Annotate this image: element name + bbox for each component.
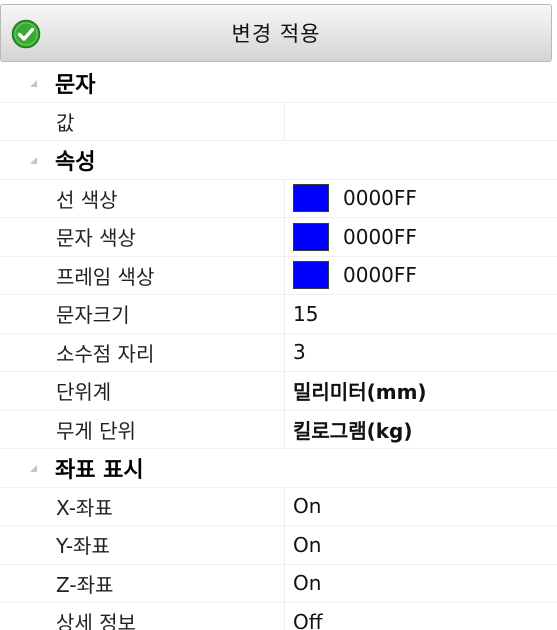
category-row-text[interactable]: 문자: [0, 64, 557, 103]
property-value[interactable]: 0000FF: [285, 257, 557, 295]
property-value[interactable]: 0000FF: [285, 218, 557, 256]
property-name: 선 색상: [45, 179, 285, 217]
property-row-line-color[interactable]: 선 색상 0000FF: [0, 179, 557, 218]
collapse-arrow-icon[interactable]: [30, 464, 37, 472]
property-value[interactable]: 킬로그램(kg): [285, 411, 557, 449]
category-row-coordinates[interactable]: 좌표 표시: [0, 449, 557, 488]
apply-changes-button[interactable]: 변경 적용: [0, 4, 552, 62]
property-grid: 문자 값 속성 선 색상 0000FF 문자 색상 0000FF 프레임 색상 …: [0, 64, 557, 630]
property-panel: 변경 적용 문자 값 속성 선 색상 0000FF 문자 색상 0000FF 프…: [0, 0, 557, 630]
property-value[interactable]: On: [285, 488, 557, 526]
property-row-unit-system[interactable]: 단위계 밀리미터(mm): [0, 372, 557, 411]
property-value[interactable]: 밀리미터(mm): [285, 372, 557, 410]
color-swatch[interactable]: [293, 222, 329, 251]
property-name: Y-좌표: [45, 526, 285, 564]
property-name: 무게 단위: [45, 410, 285, 448]
property-row-x-coordinate[interactable]: X-좌표 On: [0, 487, 557, 526]
property-row-weight-unit[interactable]: 무게 단위 킬로그램(kg): [0, 410, 557, 449]
category-label: 문자: [55, 72, 96, 98]
property-name: 값: [45, 102, 285, 140]
collapse-arrow-icon[interactable]: [30, 156, 37, 164]
collapse-arrow-icon[interactable]: [30, 79, 37, 87]
property-row-y-coordinate[interactable]: Y-좌표 On: [0, 526, 557, 565]
property-value[interactable]: 3: [285, 334, 557, 372]
category-label: 속성: [55, 149, 96, 175]
property-name: 단위계: [45, 372, 285, 410]
color-swatch[interactable]: [293, 184, 329, 213]
property-row-frame-color[interactable]: 프레임 색상 0000FF: [0, 256, 557, 295]
property-value[interactable]: Off: [285, 603, 557, 630]
property-value[interactable]: On: [285, 565, 557, 603]
property-value[interactable]: 0000FF: [285, 180, 557, 218]
property-name: 상세 정보: [45, 603, 285, 630]
color-swatch[interactable]: [293, 261, 329, 290]
property-value[interactable]: On: [285, 526, 557, 564]
property-row-text-color[interactable]: 문자 색상 0000FF: [0, 218, 557, 257]
property-value[interactable]: [285, 103, 557, 141]
property-value[interactable]: 15: [285, 295, 557, 333]
property-name: Z-좌표: [45, 564, 285, 602]
property-row-detail-info[interactable]: 상세 정보 Off: [0, 603, 557, 630]
property-row-decimal-places[interactable]: 소수점 자리 3: [0, 333, 557, 372]
category-label: 좌표 표시: [55, 457, 144, 483]
check-circle-icon: [11, 19, 41, 49]
property-row-z-coordinate[interactable]: Z-좌표 On: [0, 564, 557, 603]
category-row-attributes[interactable]: 속성: [0, 141, 557, 180]
property-name: 소수점 자리: [45, 333, 285, 371]
property-name: X-좌표: [45, 487, 285, 525]
property-row-text-size[interactable]: 문자크기 15: [0, 295, 557, 334]
property-row-value[interactable]: 값: [0, 102, 557, 141]
apply-changes-label: 변경 적용: [231, 22, 321, 46]
property-name: 프레임 색상: [45, 256, 285, 294]
property-name: 문자 색상: [45, 218, 285, 256]
property-name: 문자크기: [45, 295, 285, 333]
